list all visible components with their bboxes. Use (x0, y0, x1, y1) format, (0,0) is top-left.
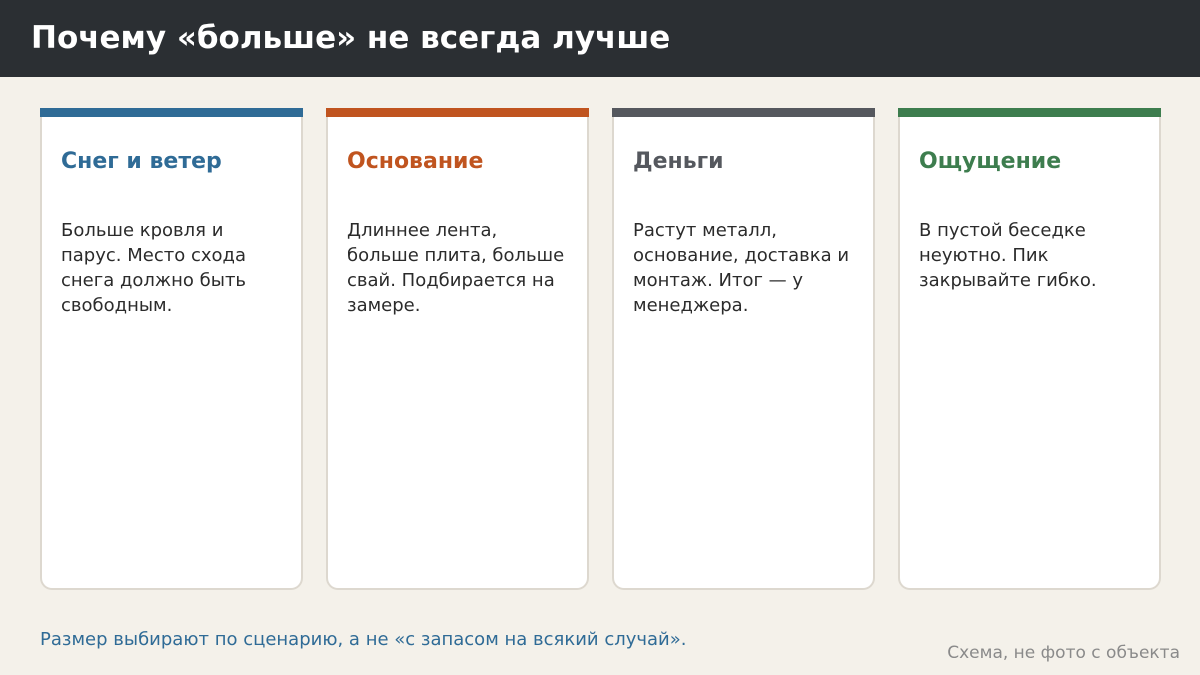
card-snow-wind: Снег и ветер Больше кровля и парус. Мест… (40, 108, 303, 590)
card-accent-bar (612, 108, 875, 117)
card-title: Ощущение (919, 149, 1062, 174)
footer-note: Размер выбирают по сценарию, а не «с зап… (40, 629, 687, 650)
card-text: В пустой беседке неуютно. Пик закрывайте… (919, 220, 1097, 291)
card-foundation: Основание Длиннее лента, больше плита, б… (326, 108, 589, 590)
card-title: Основание (347, 149, 484, 174)
card-text: Больше кровля и парус. Место схода снега… (61, 220, 247, 316)
card-accent-bar (326, 108, 589, 117)
card-text: Длиннее лента, больше плита, больше свай… (347, 220, 565, 316)
page-title: Почему «больше» не всегда лучше (31, 20, 671, 56)
card-title: Снег и ветер (61, 149, 222, 174)
card-accent-bar (898, 108, 1161, 117)
card-title: Деньги (633, 149, 724, 174)
cards-row: Снег и ветер Больше кровля и парус. Мест… (40, 108, 1161, 590)
card-accent-bar (40, 108, 303, 117)
header-bar: Почему «больше» не всегда лучше (0, 0, 1200, 77)
card-text: Растут металл, основание, доставка и мон… (633, 220, 850, 316)
card-money: Деньги Растут металл, основание, доставк… (612, 108, 875, 590)
card-feeling: Ощущение В пустой беседке неуютно. Пик з… (898, 108, 1161, 590)
image-caption: Схема, не фото с объекта (947, 643, 1180, 663)
